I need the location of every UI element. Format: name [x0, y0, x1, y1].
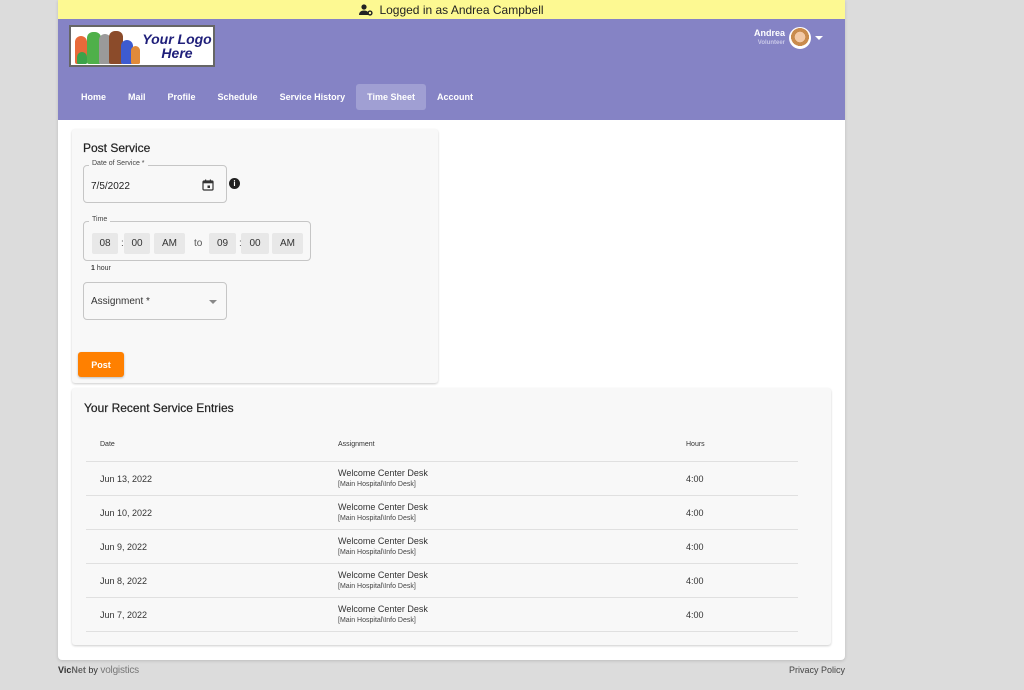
footer-brand[interactable]: VicNet by volgistics — [58, 665, 139, 676]
end-ampm-input[interactable]: AM — [272, 233, 303, 254]
dropdown-arrow-icon — [209, 300, 217, 304]
app-header: Your Logo Here Andrea Volunteer Home Mai… — [58, 19, 845, 120]
volgistics-logo: volgistics — [100, 665, 139, 676]
duration-text: 1 hour — [91, 265, 111, 272]
entry-assignment: Welcome Center Desk [Main Hospital\Info D… — [338, 570, 428, 590]
entry-hours: 4:00 — [686, 473, 704, 484]
user-shield-icon — [359, 3, 374, 16]
calendar-icon[interactable] — [202, 179, 214, 191]
recent-entries-card: Your Recent Service Entries Date Assignm… — [72, 388, 831, 645]
entry-date: Jun 8, 2022 — [100, 575, 148, 586]
nav-tab-home[interactable]: Home — [70, 84, 117, 110]
table-row[interactable]: Jun 9, 2022 Welcome Center Desk [Main Hos… — [86, 530, 798, 564]
date-of-service-field[interactable]: Date of Service * 7/5/2022 — [83, 160, 227, 203]
post-service-title: Post Service — [83, 141, 151, 155]
avatar[interactable] — [789, 27, 811, 49]
entry-hours: 4:00 — [686, 507, 704, 518]
table-row[interactable]: Jun 13, 2022 Welcome Center Desk [Main Ho… — [86, 462, 798, 496]
post-button[interactable]: Post — [78, 352, 124, 377]
date-of-service-value[interactable]: 7/5/2022 — [91, 181, 130, 192]
entry-hours: 4:00 — [686, 541, 704, 552]
nav-tab-mail[interactable]: Mail — [117, 84, 157, 110]
column-header-assignment[interactable]: Assignment — [338, 441, 686, 448]
nav-tab-account[interactable]: Account — [426, 84, 484, 110]
entry-date: Jun 9, 2022 — [100, 541, 148, 552]
entry-date: Jun 13, 2022 — [100, 473, 153, 484]
column-header-date[interactable]: Date — [86, 441, 338, 448]
logo-text: Your Logo Here — [142, 31, 212, 61]
entry-hours: 4:00 — [686, 609, 704, 620]
table-row[interactable]: Jun 7, 2022 Welcome Center Desk [Main Hos… — [86, 598, 798, 632]
entry-hours: 4:00 — [686, 575, 704, 586]
post-service-card: Post Service Date of Service * 7/5/2022 … — [72, 129, 438, 383]
end-hour-input[interactable]: 09 — [209, 233, 236, 254]
organization-logo[interactable]: Your Logo Here — [69, 25, 215, 67]
start-hour-input[interactable]: 08 — [92, 233, 118, 254]
start-minute-input[interactable]: 00 — [124, 233, 150, 254]
entry-assignment: Welcome Center Desk [Main Hospital\Info D… — [338, 502, 428, 522]
time-range-field: Time 08 : 00 AM to 09 : 00 AM — [83, 216, 311, 261]
nav-tab-schedule[interactable]: Schedule — [207, 84, 269, 110]
entry-date: Jun 10, 2022 — [100, 507, 153, 518]
login-status-bar: Logged in as Andrea Campbell — [58, 0, 845, 19]
privacy-policy-link[interactable]: Privacy Policy — [789, 665, 845, 675]
caret-down-icon[interactable] — [815, 36, 823, 40]
end-minute-input[interactable]: 00 — [241, 233, 269, 254]
table-row[interactable]: Jun 10, 2022 Welcome Center Desk [Main Ho… — [86, 496, 798, 530]
nav-tab-profile[interactable]: Profile — [157, 84, 207, 110]
time-label: Time — [89, 216, 111, 223]
entry-date: Jun 7, 2022 — [100, 609, 148, 620]
table-header: Date Assignment Hours — [86, 428, 798, 462]
main-nav: Home Mail Profile Schedule Service Histo… — [70, 84, 484, 110]
user-menu[interactable]: Andrea Volunteer — [754, 27, 823, 49]
user-role: Volunteer — [757, 40, 785, 46]
start-ampm-input[interactable]: AM — [154, 233, 185, 254]
table-row[interactable]: Jun 8, 2022 Welcome Center Desk [Main Hos… — [86, 564, 798, 598]
nav-tab-service-history[interactable]: Service History — [269, 84, 357, 110]
info-icon[interactable]: i — [229, 178, 240, 189]
user-name: Andrea — [753, 28, 785, 38]
assignment-placeholder: Assignment * — [91, 296, 150, 307]
date-of-service-label: Date of Service * — [89, 160, 148, 167]
recent-entries-table: Date Assignment Hours Jun 13, 2022 Welco… — [86, 428, 798, 632]
page-container: Logged in as Andrea Campbell Your Logo H… — [58, 0, 845, 660]
entry-assignment: Welcome Center Desk [Main Hospital\Info D… — [338, 536, 428, 556]
column-header-hours[interactable]: Hours — [686, 441, 798, 448]
entry-assignment: Welcome Center Desk [Main Hospital\Info D… — [338, 468, 428, 488]
login-status-text: Logged in as Andrea Campbell — [379, 2, 544, 17]
nav-tab-time-sheet[interactable]: Time Sheet — [356, 84, 426, 110]
to-label: to — [194, 238, 203, 249]
assignment-select[interactable]: Assignment * — [83, 282, 227, 320]
entry-assignment: Welcome Center Desk [Main Hospital\Info D… — [338, 604, 428, 624]
logo-people-image — [73, 28, 141, 64]
recent-entries-title: Your Recent Service Entries — [84, 401, 234, 415]
